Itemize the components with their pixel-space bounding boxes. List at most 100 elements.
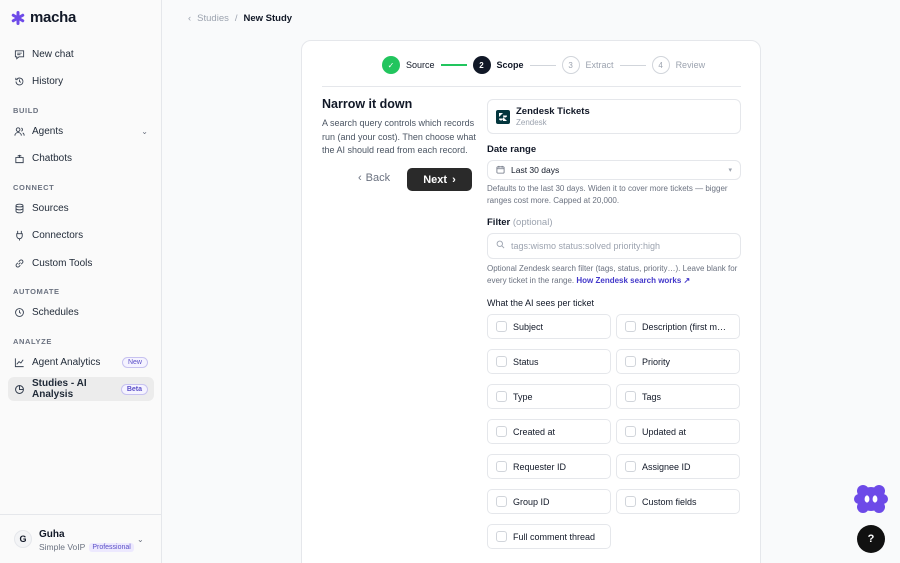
checkbox[interactable] xyxy=(496,461,507,473)
sidebar-item-history[interactable]: History xyxy=(8,69,154,93)
field-checklist: Subject Description (first mes... Status Pr… xyxy=(487,314,741,550)
filter-input[interactable] xyxy=(511,241,731,252)
sidebar-item-new-chat[interactable]: New chat xyxy=(8,42,154,66)
chat-icon xyxy=(14,49,25,60)
next-label: Next xyxy=(423,173,448,186)
sidebar-item-studies[interactable]: Studies - AI Analysis Beta xyxy=(8,377,154,401)
field-option-label: Subject xyxy=(513,321,544,332)
checkbox[interactable] xyxy=(625,356,636,368)
chart-icon xyxy=(14,357,25,368)
check-icon: ✓ xyxy=(382,56,400,74)
chevron-down-icon[interactable]: ⌄ xyxy=(141,127,148,136)
agents-icon xyxy=(14,126,25,137)
sidebar-item-agent-analytics[interactable]: Agent Analytics New xyxy=(8,350,154,374)
brand-logo[interactable]: macha xyxy=(11,9,76,26)
step-source[interactable]: ✓ Source xyxy=(382,56,435,74)
wizard-card: ✓ Source 2 Scope 3 Extract 4 Review Narr… xyxy=(301,40,761,563)
checkbox[interactable] xyxy=(496,531,507,543)
help-button[interactable]: ? xyxy=(857,525,885,553)
sidebar-item-custom-tools[interactable]: Custom Tools xyxy=(8,251,154,275)
field-option[interactable]: Tags xyxy=(616,384,740,410)
step-review: 4 Review xyxy=(651,56,706,74)
field-option-label: Tags xyxy=(642,391,662,402)
step-scope[interactable]: 2 Scope xyxy=(472,56,524,74)
clock-icon xyxy=(14,307,25,318)
sidebar-item-label: Studies - AI Analysis xyxy=(32,378,87,400)
pie-icon xyxy=(14,384,25,395)
field-option[interactable]: Status xyxy=(487,349,611,375)
next-button[interactable]: Next › xyxy=(407,168,472,191)
user-menu[interactable]: G Guha Simple VoIP Professional ⌄ xyxy=(0,514,162,563)
sidebar-item-label: Chatbots xyxy=(32,152,73,164)
field-option[interactable]: Type xyxy=(487,384,611,410)
field-option[interactable]: Assignee ID xyxy=(616,454,740,480)
zendesk-search-link[interactable]: How Zendesk search works ↗ xyxy=(576,276,690,285)
avatar: G xyxy=(14,530,32,548)
field-option-label: Requester ID xyxy=(513,461,567,472)
field-option[interactable]: Requester ID xyxy=(487,454,611,480)
checkbox[interactable] xyxy=(625,461,636,473)
field-option-label: Assignee ID xyxy=(642,461,691,472)
field-option[interactable]: Custom fields xyxy=(616,489,740,515)
section-label-connect: CONNECT xyxy=(13,183,55,192)
checkbox[interactable] xyxy=(496,321,507,333)
fields-label: What the AI sees per ticket xyxy=(487,298,595,309)
chevron-left-icon: ‹ xyxy=(358,172,362,184)
sidebar-item-label: Agent Analytics xyxy=(32,356,101,368)
field-option[interactable]: Updated at xyxy=(616,419,740,445)
back-label: Back xyxy=(365,172,391,184)
field-option[interactable]: Group ID xyxy=(487,489,611,515)
sidebar-item-sources[interactable]: Sources xyxy=(8,196,154,220)
chevron-down-icon[interactable]: ⌄ xyxy=(137,535,144,544)
breadcrumb: ‹ Studies / New Study xyxy=(188,13,292,24)
sidebar-item-agents[interactable]: Agents ⌄ xyxy=(8,119,154,143)
field-option[interactable]: Description (first mes... xyxy=(616,314,740,340)
field-option-label: Custom fields xyxy=(642,496,697,507)
checkbox[interactable] xyxy=(496,391,507,403)
field-option-label: Description (first mes... xyxy=(642,321,731,332)
filter-field[interactable] xyxy=(487,233,741,260)
checkbox[interactable] xyxy=(496,496,507,508)
chevron-right-icon: › xyxy=(452,173,456,186)
step-intro: Narrow it down A search query controls w… xyxy=(322,97,477,158)
sidebar-item-label: History xyxy=(32,75,64,87)
field-option-label: Group ID xyxy=(513,496,550,507)
filter-label-text: Filter xyxy=(487,217,511,229)
checkbox[interactable] xyxy=(625,321,636,333)
step-label: Review xyxy=(675,60,706,70)
checkbox[interactable] xyxy=(496,426,507,438)
source-name: Zendesk Tickets xyxy=(516,106,590,117)
field-option-label: Status xyxy=(513,356,539,367)
field-option-label: Priority xyxy=(642,356,671,367)
field-option[interactable]: Created at xyxy=(487,419,611,445)
assistant-bot-button[interactable] xyxy=(853,482,889,516)
database-icon xyxy=(14,203,25,214)
breadcrumb-current: New Study xyxy=(243,13,293,24)
step-description: A search query controls which records ru… xyxy=(322,118,476,155)
org-name: Simple VoIP xyxy=(39,542,86,552)
field-option[interactable]: Subject xyxy=(487,314,611,340)
sidebar-item-chatbots[interactable]: Chatbots xyxy=(8,146,154,170)
checkbox[interactable] xyxy=(625,496,636,508)
sidebar-item-label: Sources xyxy=(32,202,69,214)
field-option-label: Updated at xyxy=(642,426,687,437)
field-option[interactable]: Full comment thread xyxy=(487,524,611,550)
sidebar-item-label: Connectors xyxy=(32,229,84,241)
date-range-label: Date range xyxy=(487,144,537,155)
filter-optional: (optional) xyxy=(512,217,553,229)
checkbox[interactable] xyxy=(625,391,636,403)
field-option[interactable]: Priority xyxy=(616,349,740,375)
sidebar-item-schedules[interactable]: Schedules xyxy=(8,300,154,324)
back-button[interactable]: ‹ Back xyxy=(358,172,390,184)
checkbox[interactable] xyxy=(625,426,636,438)
zendesk-icon xyxy=(496,109,510,124)
sidebar-item-connectors[interactable]: Connectors xyxy=(8,223,154,247)
date-range-select[interactable]: Last 30 days ▾ xyxy=(487,160,741,180)
field-option-label: Created at xyxy=(513,426,556,437)
search-icon xyxy=(496,240,505,252)
step-connector xyxy=(529,64,556,66)
checkbox[interactable] xyxy=(496,356,507,368)
scope-form: Zendesk Tickets Zendesk Date range Last … xyxy=(487,99,741,550)
new-badge: New xyxy=(121,356,148,368)
breadcrumb-parent[interactable]: Studies xyxy=(197,13,229,24)
